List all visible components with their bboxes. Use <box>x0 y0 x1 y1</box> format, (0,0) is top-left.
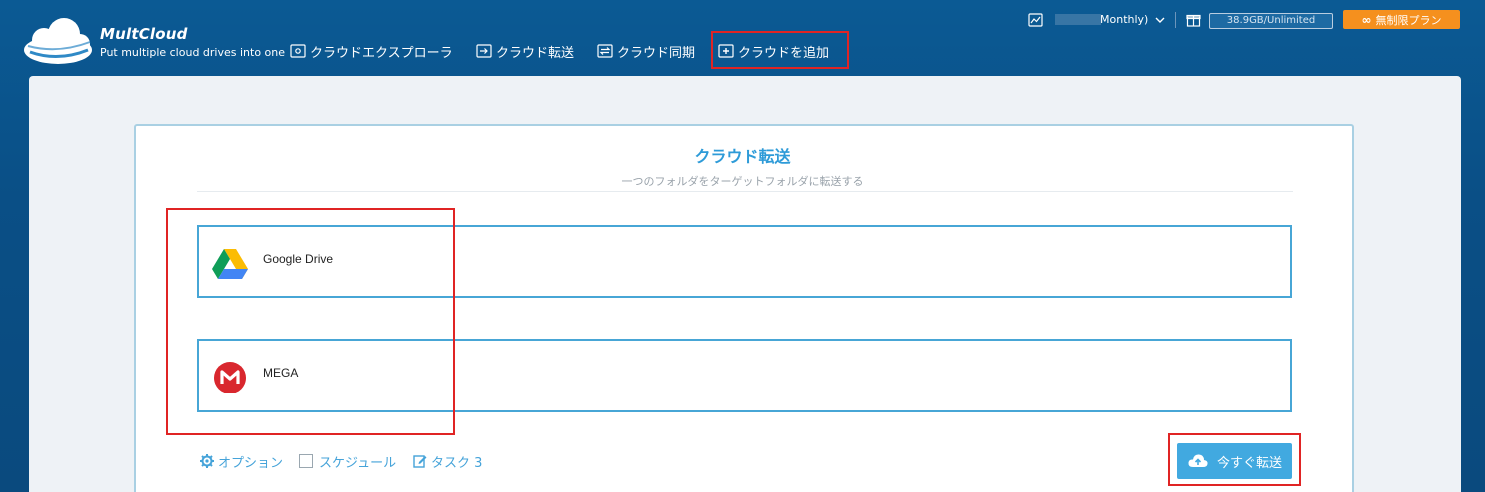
schedule-toggle[interactable]: スケジュール <box>299 451 396 471</box>
nav-label: クラウド同期 <box>617 45 696 61</box>
transfer-now-button[interactable]: 今すぐ転送 <box>1177 443 1292 479</box>
page-subtitle: 一つのフォルダをターゲットフォルダに転送する <box>621 175 864 188</box>
unlimited-plan-label: 無制限プラン <box>1375 13 1442 27</box>
unlimited-plan-button[interactable]: ∞ 無制限プラン <box>1343 10 1460 29</box>
nav-label: クラウド転送 <box>496 45 575 61</box>
nav-cloud-transfer[interactable]: クラウド転送 <box>476 41 574 61</box>
transfer-icon <box>476 44 492 58</box>
source-drive-label: Google Drive <box>263 251 334 266</box>
task-label: タスク 3 <box>431 455 483 471</box>
task-link[interactable]: タスク 3 <box>412 451 482 471</box>
cloud-upload-icon <box>1188 454 1208 467</box>
schedule-label: スケジュール <box>319 455 397 471</box>
nav-add-cloud[interactable]: クラウドを追加 <box>718 41 829 61</box>
target-drive-selector[interactable]: MEGA <box>197 339 1292 412</box>
google-drive-icon <box>212 248 248 279</box>
nav-label: クラウドエクスプローラ <box>310 45 453 61</box>
storage-usage: 38.9GB/Unlimited <box>1209 13 1333 29</box>
nav-label: クラウドを追加 <box>738 45 830 61</box>
chart-icon[interactable] <box>1028 13 1043 27</box>
account-email-blurred <box>1055 14 1101 25</box>
explorer-icon <box>290 44 306 58</box>
multcloud-logo-icon[interactable] <box>18 14 98 66</box>
title-divider <box>197 191 1293 192</box>
source-drive-selector[interactable]: Google Drive <box>197 225 1292 298</box>
plan-label[interactable]: Monthly) <box>1100 13 1148 26</box>
infinity-icon: ∞ <box>1361 12 1372 27</box>
sync-icon <box>597 44 613 58</box>
chevron-down-icon[interactable] <box>1154 15 1166 25</box>
add-cloud-icon <box>718 44 734 58</box>
top-header: MultCloud Put multiple cloud drives into… <box>0 0 1485 76</box>
edit-icon <box>413 455 427 468</box>
transfer-now-label: 今すぐ転送 <box>1216 455 1282 471</box>
gear-icon <box>200 454 214 468</box>
mega-icon <box>214 361 246 393</box>
nav-cloud-sync[interactable]: クラウド同期 <box>597 41 695 61</box>
brand-tagline: Put multiple cloud drives into one <box>100 46 286 59</box>
options-label: オプション <box>218 455 284 471</box>
page-title: クラウド転送 <box>694 147 791 166</box>
options-link[interactable]: オプション <box>199 451 283 471</box>
header-divider <box>1175 12 1176 28</box>
gift-icon[interactable] <box>1186 12 1201 27</box>
nav-cloud-explorer[interactable]: クラウドエクスプローラ <box>290 41 453 61</box>
brand-name[interactable]: MultCloud <box>100 25 188 43</box>
target-drive-label: MEGA <box>263 365 299 380</box>
checkbox-icon[interactable] <box>299 454 313 468</box>
